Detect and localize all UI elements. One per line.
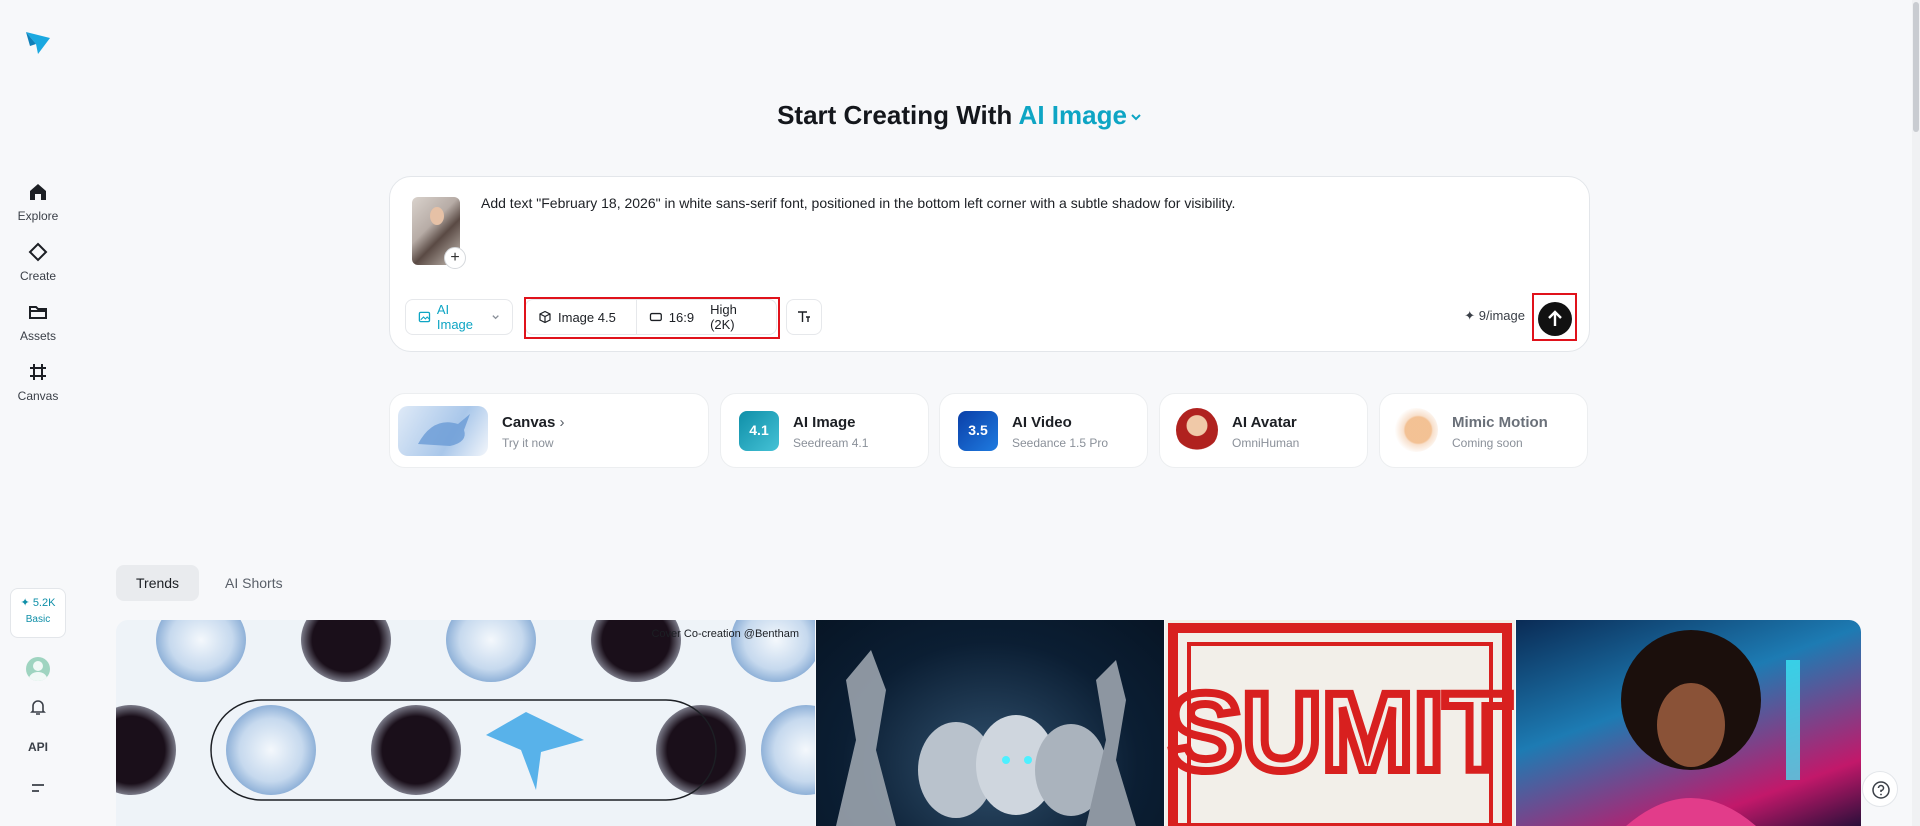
highlight-box xyxy=(524,297,780,339)
diamond-icon xyxy=(28,242,48,262)
feature-card-canvas[interactable]: Canvas › Try it now xyxy=(389,393,709,468)
cost-value: 9/image xyxy=(1478,308,1525,323)
home-icon xyxy=(30,184,46,200)
feature-card-mimic-motion: Mimic Motion Coming soon xyxy=(1379,393,1588,468)
seedream-icon: 4.1 xyxy=(739,411,779,451)
bell-icon[interactable] xyxy=(28,697,48,717)
feature-card-ai-avatar[interactable]: AI Avatar OmniHuman xyxy=(1159,393,1368,468)
sidebar-item-assets[interactable]: Assets xyxy=(0,301,76,345)
mode-dropdown-label: AI Image xyxy=(436,302,474,332)
poster-text: SUMIT xyxy=(1169,671,1511,794)
credits-number: 5.2K xyxy=(32,597,56,609)
feature-card-ai-image[interactable]: 4.1 AI Image Seedream 4.1 xyxy=(720,393,929,468)
gallery-item-robots[interactable] xyxy=(816,620,1164,826)
feature-title: AI Avatar xyxy=(1232,414,1297,431)
sidebar-item-explore[interactable]: Explore xyxy=(0,181,76,225)
image-icon xyxy=(418,311,431,323)
motion-figure-icon xyxy=(1394,408,1438,452)
mode-dropdown[interactable]: AI Image xyxy=(405,299,513,335)
chevron-down-icon xyxy=(1131,114,1141,121)
chevron-right-icon: › xyxy=(559,414,565,431)
sidebar-item-label: Create xyxy=(19,269,57,283)
mode-switcher[interactable]: AI Image xyxy=(1019,100,1143,130)
chevron-down-icon xyxy=(492,315,499,320)
add-reference-button[interactable]: + xyxy=(444,247,466,269)
seedream-badge: 4.1 xyxy=(749,422,769,438)
menu-icon[interactable] xyxy=(28,778,48,798)
page-title: Start Creating With AI Image xyxy=(0,100,1920,131)
mode-switcher-label: AI Image xyxy=(1018,100,1127,130)
plan-label: Basic xyxy=(25,614,51,625)
prompt-box: + Add text "February 18, 2026" in white … xyxy=(389,176,1590,352)
logo-icon xyxy=(26,32,50,54)
robot-artwork xyxy=(836,650,1136,826)
gallery-item-cover[interactable]: Cover Co-creation @Bentham xyxy=(116,620,815,826)
api-link[interactable]: API xyxy=(0,740,76,754)
avatar-character-icon xyxy=(1176,408,1218,452)
prompt-input[interactable]: Add text "February 18, 2026" in white sa… xyxy=(481,195,1235,211)
gallery-item-poster[interactable]: SUMIT xyxy=(1165,620,1515,826)
tab-ai-shorts[interactable]: AI Shorts xyxy=(205,565,303,601)
feature-subtitle: OmniHuman xyxy=(1232,436,1300,450)
cover-artwork xyxy=(116,620,815,801)
character-artwork xyxy=(1621,630,1800,826)
question-icon xyxy=(1872,781,1890,799)
feature-card-ai-video[interactable]: 3.5 AI Video Seedance 1.5 Pro xyxy=(939,393,1148,468)
feature-title: AI Image xyxy=(793,414,856,431)
scrollbar-thumb[interactable] xyxy=(1913,2,1919,132)
frame-icon xyxy=(30,364,46,380)
feature-subtitle: Seedance 1.5 Pro xyxy=(1012,436,1109,450)
sidebar-item-create[interactable]: Create xyxy=(0,241,76,285)
feature-title-text: Canvas xyxy=(502,414,556,431)
feature-subtitle: Coming soon xyxy=(1452,436,1523,450)
highlight-box xyxy=(1532,293,1577,341)
sidebar-item-label: Canvas xyxy=(17,389,59,403)
seedance-icon: 3.5 xyxy=(958,411,998,451)
pegasus-icon xyxy=(418,414,470,446)
text-format-button[interactable] xyxy=(786,299,822,335)
credits-value: ✦ 5.2K xyxy=(20,597,56,609)
seedance-badge: 3.5 xyxy=(968,422,988,438)
sidebar-item-label: Assets xyxy=(19,329,56,343)
app-logo[interactable] xyxy=(24,28,52,56)
feature-title: AI Video xyxy=(1012,414,1072,431)
poster-artwork: SUMIT xyxy=(1165,623,1515,826)
page-scrollbar[interactable] xyxy=(1912,0,1920,826)
cover-credit-tag: Cover Co-creation @Bentham xyxy=(651,628,799,640)
feature-title: Canvas › xyxy=(502,414,565,431)
feature-subtitle: Seedream 4.1 xyxy=(793,436,869,450)
tab-trends[interactable]: Trends xyxy=(116,565,200,601)
folder-icon xyxy=(29,306,47,319)
canvas-preview-image xyxy=(398,406,488,456)
sidebar-item-canvas[interactable]: Canvas xyxy=(0,361,76,405)
help-button[interactable] xyxy=(1862,771,1898,807)
cost-label: ✦ 9/image xyxy=(1464,308,1525,323)
feature-subtitle: Try it now xyxy=(502,436,554,450)
credits-badge[interactable]: ✦ 5.2K Basic xyxy=(10,588,66,638)
text-format-icon xyxy=(798,311,810,322)
page-title-prefix: Start Creating With xyxy=(777,100,1013,130)
sidebar-item-label: Explore xyxy=(17,209,59,223)
gallery-item-character[interactable] xyxy=(1516,620,1861,826)
feature-title: Mimic Motion xyxy=(1452,414,1548,431)
avatar[interactable] xyxy=(26,657,50,681)
